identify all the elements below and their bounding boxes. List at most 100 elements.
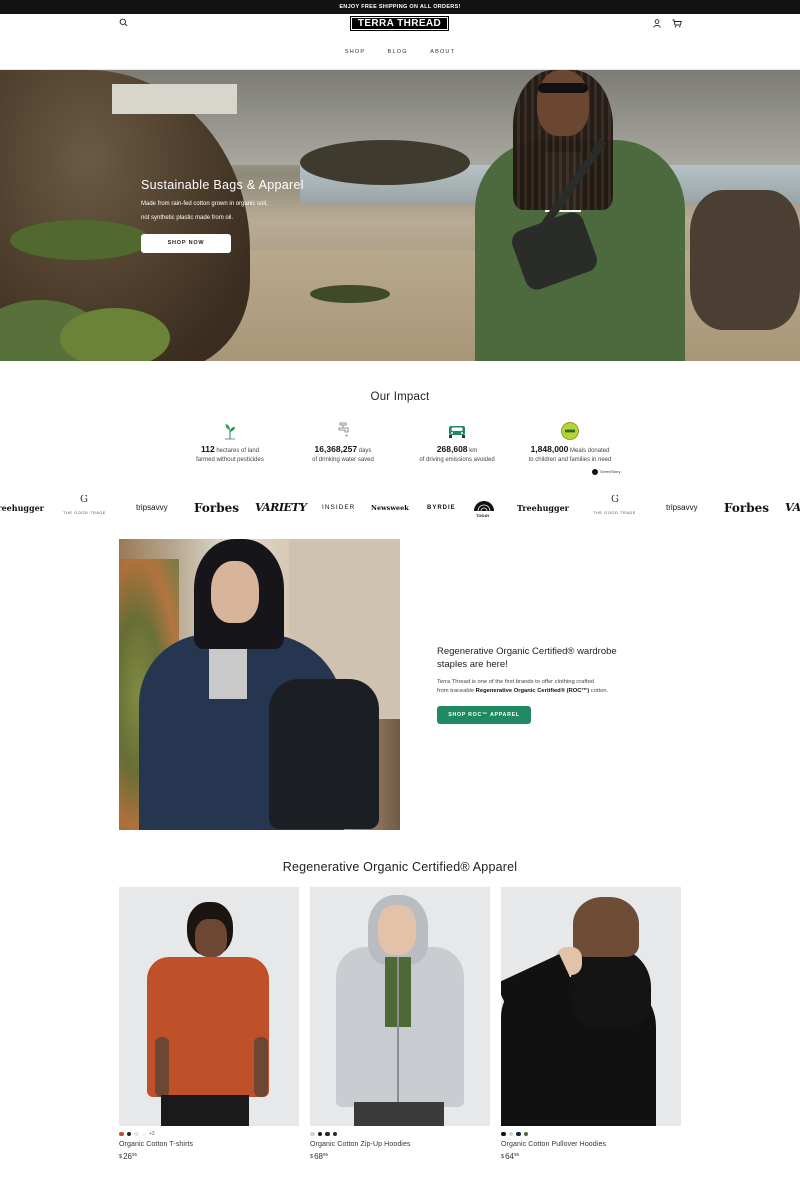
product-name[interactable]: Organic Cotton T-shirts bbox=[119, 1141, 299, 1148]
swatch[interactable] bbox=[523, 1131, 528, 1137]
swatch[interactable] bbox=[119, 1131, 124, 1137]
meal-badge-icon bbox=[505, 421, 635, 441]
product-image[interactable] bbox=[310, 887, 490, 1126]
search-icon[interactable] bbox=[119, 18, 128, 27]
press-logo[interactable]: Forbes bbox=[194, 495, 239, 521]
hero-rock bbox=[310, 285, 390, 303]
swatch[interactable] bbox=[310, 1131, 315, 1137]
hero-face bbox=[537, 70, 589, 136]
hero-banner: Sustainable Bags & Apparel Made from rai… bbox=[0, 70, 800, 361]
feature-title-line: staples are here! bbox=[437, 659, 508, 670]
price-dollars: 26 bbox=[123, 1152, 132, 1161]
model-face bbox=[378, 905, 416, 955]
press-logo[interactable]: Treehugger bbox=[517, 495, 569, 521]
price-cents: 95 bbox=[131, 1152, 137, 1157]
color-swatches bbox=[501, 1130, 681, 1138]
press-logo-glyph: G bbox=[611, 495, 619, 505]
model-pants bbox=[354, 1102, 444, 1126]
hero-model bbox=[475, 70, 685, 361]
shop-roc-apparel-button[interactable]: SHOP ROC™ APPAREL bbox=[437, 706, 531, 724]
model-hair bbox=[573, 897, 639, 957]
hero-title: Sustainable Bags & Apparel bbox=[141, 178, 304, 192]
hero-moss bbox=[10, 220, 150, 260]
price-cents: 95 bbox=[513, 1152, 519, 1157]
press-logo[interactable]: tripsavvy bbox=[136, 495, 168, 521]
feature-backpack bbox=[269, 679, 379, 829]
swatch[interactable] bbox=[516, 1131, 521, 1137]
product-name[interactable]: Organic Cotton Pullover Hoodies bbox=[501, 1141, 681, 1148]
impact-unit: km bbox=[467, 448, 478, 454]
site-header: TERRA THREAD SHOP BLOG ABOUT bbox=[0, 14, 800, 70]
price-cents: 95 bbox=[322, 1152, 328, 1157]
impact-description: of driving emissions avoided bbox=[419, 457, 495, 463]
site-logo[interactable]: TERRA THREAD bbox=[350, 16, 449, 31]
product-price: $2695 bbox=[119, 1152, 299, 1161]
price-currency: $ bbox=[119, 1154, 123, 1160]
press-logo[interactable]: TODAY bbox=[476, 495, 490, 521]
hero-sunglasses bbox=[538, 83, 588, 93]
product-name[interactable]: Organic Cotton Zip-Up Hoodies bbox=[310, 1141, 490, 1148]
press-logo-glyph: G bbox=[80, 495, 88, 505]
press-logo[interactable]: Treehugger bbox=[0, 495, 44, 521]
greenstory-badge[interactable]: GreenStory bbox=[592, 469, 620, 475]
color-swatches bbox=[310, 1130, 490, 1138]
product-card[interactable]: Organic Cotton Pullover Hoodies $6495 bbox=[501, 887, 681, 1161]
swatch[interactable] bbox=[332, 1131, 337, 1137]
impact-unit: Meals donated bbox=[568, 448, 610, 454]
press-logo[interactable]: BYRDIE bbox=[427, 495, 456, 521]
feature-body-text: cotton. bbox=[589, 688, 609, 694]
product-card[interactable]: +2 Organic Cotton T-shirts $2695 bbox=[119, 887, 299, 1161]
swatch[interactable] bbox=[317, 1131, 322, 1137]
product-card[interactable]: Organic Cotton Zip-Up Hoodies $6895 bbox=[310, 887, 490, 1161]
feature-image bbox=[119, 539, 400, 830]
price-currency: $ bbox=[310, 1154, 314, 1160]
hero-subtitle-line: not synthetic plastic made from oil. bbox=[141, 215, 234, 221]
swatch[interactable] bbox=[501, 1131, 506, 1137]
swatch[interactable] bbox=[141, 1131, 146, 1137]
shop-now-button[interactable]: SHOP NOW bbox=[141, 234, 231, 253]
hero-subtitle: Made from rain-fed cotton grown in organ… bbox=[141, 197, 341, 225]
more-swatches[interactable]: +2 bbox=[149, 1131, 155, 1137]
swatch[interactable] bbox=[126, 1131, 131, 1137]
feature-body-text: from traceable bbox=[437, 688, 476, 694]
impact-description: farmed without pesticides bbox=[196, 457, 264, 463]
feature-body-line: Terra Thread is one of the first brands … bbox=[437, 679, 595, 685]
price-dollars: 64 bbox=[505, 1152, 514, 1161]
press-logo[interactable]: Newsweek bbox=[371, 495, 409, 521]
press-logo[interactable]: VARIETY bbox=[785, 495, 800, 521]
products-title: Regenerative Organic Certified® Apparel bbox=[282, 860, 518, 874]
nav-shop[interactable]: SHOP bbox=[345, 49, 365, 55]
swatch[interactable] bbox=[508, 1131, 513, 1137]
impact-number: 16,368,257 bbox=[314, 444, 358, 454]
press-logo[interactable]: INSIDER bbox=[322, 495, 355, 521]
impact-unit: days bbox=[357, 448, 372, 454]
feature-body-bold: Regenerative Organic Certified® (ROC™) bbox=[475, 688, 590, 694]
nav-blog[interactable]: BLOG bbox=[388, 49, 408, 55]
hood-shape bbox=[571, 947, 651, 1027]
main-nav: SHOP BLOG ABOUT bbox=[0, 40, 800, 58]
press-logo[interactable]: tripsavvy bbox=[666, 495, 698, 521]
press-logo[interactable]: Forbes bbox=[724, 495, 769, 521]
price-dollars: 68 bbox=[314, 1152, 323, 1161]
nav-about[interactable]: ABOUT bbox=[430, 49, 455, 55]
account-icon[interactable] bbox=[653, 19, 661, 28]
swatch[interactable] bbox=[325, 1131, 330, 1137]
impact-description: to children and families in need bbox=[528, 457, 612, 463]
car-icon bbox=[392, 421, 522, 441]
swatch[interactable] bbox=[134, 1131, 139, 1137]
press-logo[interactable]: VARIETY bbox=[255, 495, 307, 521]
impact-item-water: 16,368,257 days of drinking water saved bbox=[278, 421, 408, 466]
product-image[interactable] bbox=[501, 887, 681, 1126]
impact-item-meals: 1,848,000 Meals donated to children and … bbox=[505, 421, 635, 466]
product-image[interactable] bbox=[119, 887, 299, 1126]
model-arm bbox=[254, 1037, 268, 1097]
impact-title: Our Impact bbox=[370, 391, 430, 403]
hero-subtitle-line: Made from rain-fed cotton grown in organ… bbox=[141, 201, 268, 207]
hero-moss bbox=[60, 308, 170, 361]
sprout-icon bbox=[165, 421, 295, 441]
cart-icon[interactable] bbox=[672, 19, 682, 28]
product-price: $6895 bbox=[310, 1152, 490, 1161]
impact-number: 112 bbox=[200, 444, 215, 454]
press-logos: Treehugger THE GOOD TRADE G tripsavvy Fo… bbox=[0, 495, 800, 521]
greenstory-logo-icon bbox=[592, 469, 598, 475]
